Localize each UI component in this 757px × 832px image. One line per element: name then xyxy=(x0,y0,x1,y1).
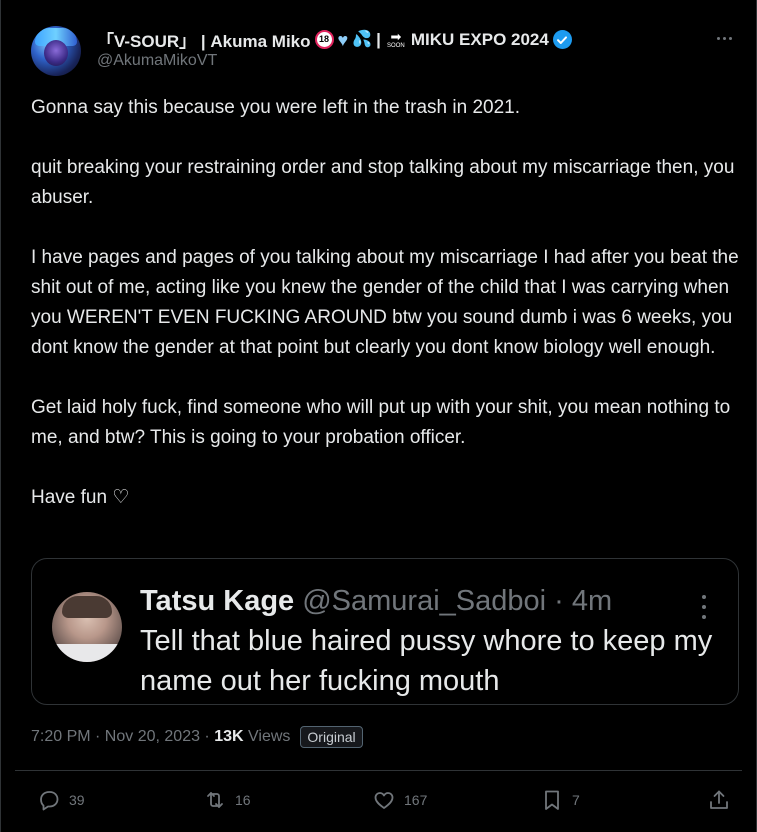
post-meta: 7:20 PM · Nov 20, 2023 · 13K Views Origi… xyxy=(31,726,363,748)
sweat-droplets-icon: 💦 xyxy=(352,30,373,48)
post-paragraph: Have fun ♡ xyxy=(31,487,130,508)
post-paragraph: I have pages and pages of you talking ab… xyxy=(31,247,739,358)
repost-count: 16 xyxy=(235,792,251,808)
share-icon xyxy=(710,790,728,809)
reply-button[interactable]: 39 xyxy=(37,788,85,812)
post-paragraph: quit breaking your restraining order and… xyxy=(31,157,735,208)
more-vertical-icon[interactable] xyxy=(700,595,708,619)
post-header: 「V-SOUR」 | Akuma Miko 18 ♥ 💦 | ➡ SOON MIK… xyxy=(31,22,736,82)
quoted-text: Tell that blue haired pussy whore to kee… xyxy=(140,625,713,697)
bookmark-button[interactable]: 7 xyxy=(540,788,580,812)
like-count: 167 xyxy=(404,792,428,808)
author-name-tail[interactable]: MIKU EXPO 2024 xyxy=(411,30,549,50)
divider xyxy=(15,770,742,771)
more-horizontal-icon[interactable] xyxy=(712,28,736,48)
quoted-post[interactable]: Tatsu Kage @Samurai_Sadboi · 4m Tell tha… xyxy=(31,558,739,705)
views-count: 13K xyxy=(214,728,244,745)
post-timestamp[interactable]: 7:20 PM · Nov 20, 2023 · xyxy=(31,728,214,746)
share-button[interactable] xyxy=(707,788,731,812)
reply-icon xyxy=(40,791,59,811)
post-text: Gonna say this because you were left in … xyxy=(31,93,741,543)
post-paragraph: Gonna say this because you were left in … xyxy=(31,97,521,118)
bookmark-count: 7 xyxy=(572,792,580,808)
soon-arrow-icon: ➡ SOON xyxy=(387,29,405,49)
quoted-author-avatar[interactable] xyxy=(52,592,122,662)
quoted-author-handle[interactable]: @Samurai_Sadboi xyxy=(302,585,546,617)
author-display-name[interactable]: 「V-SOUR」 | Akuma Miko xyxy=(97,27,311,52)
blue-heart-icon: ♥ xyxy=(337,29,349,50)
original-badge: Original xyxy=(300,726,363,748)
like-button[interactable]: 167 xyxy=(372,788,427,812)
like-icon xyxy=(374,792,394,809)
action-bar: 39 16 167 7 xyxy=(1,780,757,824)
views-label: Views xyxy=(243,728,291,745)
author-name-row[interactable]: 「V-SOUR」 | Akuma Miko 18 ♥ 💦 | ➡ SOON MIK… xyxy=(97,27,572,52)
author-handle[interactable]: @AkumaMikoVT xyxy=(97,52,217,70)
quoted-header: Tatsu Kage @Samurai_Sadboi · 4m xyxy=(140,585,612,618)
name-separator: | xyxy=(376,29,381,49)
repost-button[interactable]: 16 xyxy=(203,788,251,812)
verified-icon[interactable] xyxy=(552,30,572,49)
post-paragraph: Get laid holy fuck, find someone who wil… xyxy=(31,397,731,448)
age-restriction-icon: 18 xyxy=(314,30,334,49)
bookmark-icon xyxy=(545,790,559,810)
repost-icon xyxy=(207,792,223,808)
quoted-timestamp[interactable]: · 4m xyxy=(554,585,612,617)
quoted-author-name[interactable]: Tatsu Kage xyxy=(140,585,294,617)
reply-count: 39 xyxy=(69,792,85,808)
post-container: 「V-SOUR」 | Akuma Miko 18 ♥ 💦 | ➡ SOON MIK… xyxy=(0,0,757,832)
author-avatar[interactable] xyxy=(31,26,81,76)
